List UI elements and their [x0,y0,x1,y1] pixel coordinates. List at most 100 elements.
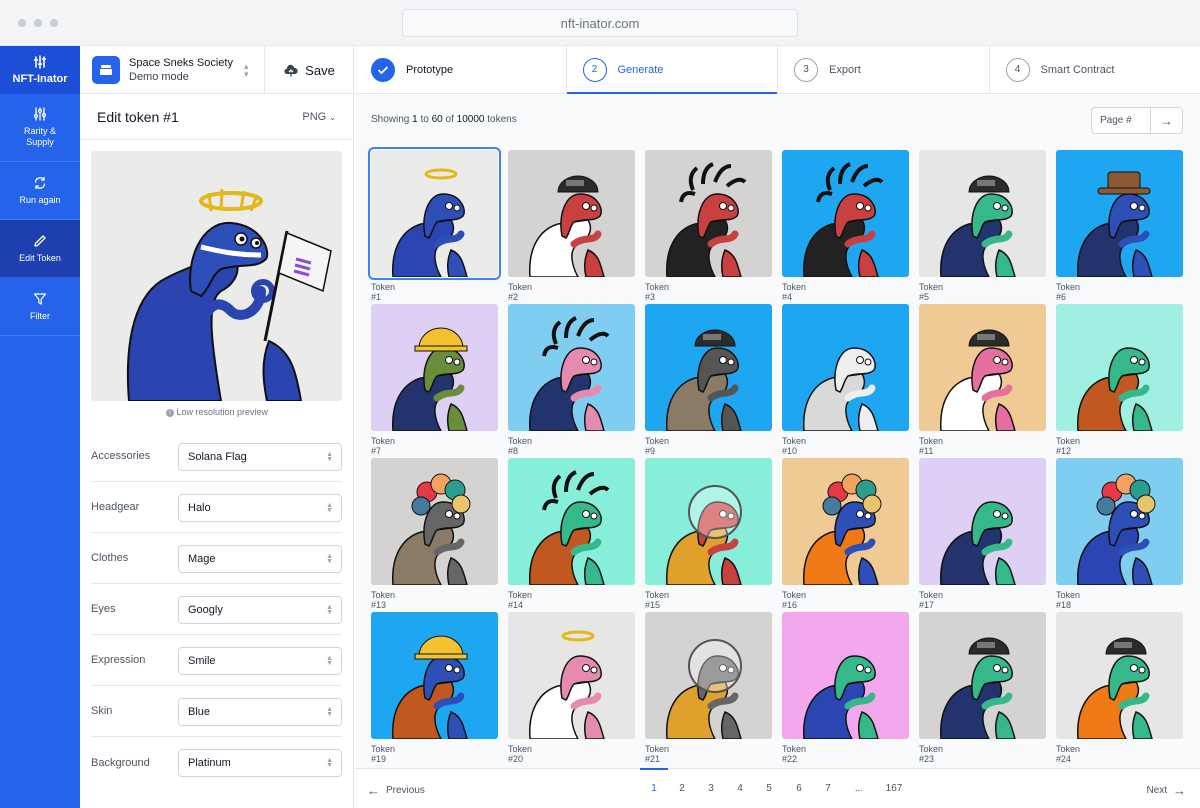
token-tile[interactable] [782,612,909,739]
page-number-input[interactable]: Page # [1092,108,1151,133]
token-tile[interactable] [645,458,772,585]
attribute-label: Background [91,756,150,769]
step-generate[interactable]: 2 Generate [566,46,778,94]
token-tile[interactable] [919,304,1046,431]
attribute-select[interactable]: Blue ▲ ▼ [178,698,342,726]
app-logo[interactable]: NFT-Inator [0,46,80,94]
token-tile[interactable] [508,612,635,739]
step-prototype[interactable]: Prototype [355,46,567,93]
chevron-up-down-icon[interactable]: ▴ ▾ [244,62,249,79]
app-name: NFT-Inator [12,73,68,85]
page-number-button[interactable]: 5 [755,783,783,794]
token-label: Token #6 [1056,282,1081,302]
save-button[interactable]: Save [264,46,354,94]
token-label: Token #10 [782,436,807,456]
project-switcher[interactable]: Space Sneks Society Demo mode [129,56,233,84]
window-minimize-dot[interactable] [34,19,42,27]
next-page-button[interactable]: Next → [1146,783,1186,798]
step-label: Smart Contract [1040,63,1115,76]
summary-total: 10000 [456,114,485,125]
token-tile[interactable] [508,150,635,277]
token-tile[interactable] [782,458,909,585]
chevron-up-down-icon: ▲ ▼ [326,655,333,667]
step-number: 2 [582,57,607,82]
token-label: Token #15 [645,590,670,610]
token-tile[interactable] [508,304,635,431]
attribute-select[interactable]: Googly ▲ ▼ [178,596,342,624]
token-image [645,304,772,431]
token-tile[interactable] [371,612,498,739]
page-number-button[interactable]: 4 [726,783,754,794]
attribute-select[interactable]: Halo ▲ ▼ [178,494,342,522]
token-tile[interactable] [919,612,1046,739]
token-tile[interactable] [371,458,498,585]
attribute-value: Googly [188,604,223,616]
page-number-button[interactable]: 6 [785,783,813,794]
token-label: Token #18 [1056,590,1081,610]
attribute-list: Accessories Solana Flag ▲ ▼ Headgear Halo ▲ ▼ Cl… [91,431,342,788]
token-label: Token #20 [508,744,533,764]
sidebar-item-rarity-supply[interactable]: Rarity & Supply [0,94,80,162]
token-tile[interactable] [782,304,909,431]
page-number-button[interactable]: 7 [814,783,842,794]
token-tile[interactable] [1056,150,1183,277]
window-close-dot[interactable] [18,19,26,27]
pencil-icon [34,234,46,247]
step-export[interactable]: 3 Export [778,46,990,93]
sidebar-item-edit-token[interactable]: Edit Token [0,220,80,278]
attribute-select[interactable]: Mage ▲ ▼ [178,545,342,573]
attribute-value: Solana Flag [188,451,247,463]
step-smart-contract[interactable]: 4 Smart Contract [990,46,1200,93]
token-tile[interactable] [919,458,1046,585]
token-image [1056,304,1183,431]
token-tile[interactable] [919,150,1046,277]
arrow-right-icon[interactable]: → [1151,108,1182,133]
pagination: ← Previous 1 2 3 4 5 6 7... 167 Next → [355,768,1200,808]
token-tile[interactable] [1056,304,1183,431]
step-label: Generate [617,63,664,76]
token-tile[interactable] [1056,612,1183,739]
address-bar[interactable]: nft-inator.com [402,9,798,37]
token-label: Token #19 [371,744,396,764]
token-tile[interactable] [1056,458,1183,585]
page-number-button[interactable]: 167 [880,783,908,794]
token-image [782,612,909,739]
token-image [919,458,1046,585]
token-tile[interactable] [645,150,772,277]
page-number-button[interactable]: 3 [697,783,725,794]
token-label: Token #3 [645,282,670,302]
attribute-select[interactable]: Smile ▲ ▼ [178,647,342,675]
token-label: Token #7 [371,436,396,456]
token-tile[interactable] [508,458,635,585]
token-tile[interactable] [782,150,909,277]
summary-from: 1 [412,114,418,125]
attribute-select[interactable]: Solana Flag ▲ ▼ [178,443,342,471]
project-logo [92,55,120,84]
logo-icon [33,55,47,69]
chevron-up-down-icon: ▲ ▼ [326,502,333,514]
attribute-select[interactable]: Platinum ▲ ▼ [178,749,342,777]
token-tile[interactable] [368,147,501,280]
previous-page-button[interactable]: ← Previous [367,783,425,798]
token-image [1056,612,1183,739]
attribute-value: Mage [188,553,216,565]
page-jump: Page # → [1091,107,1183,134]
page-number-button[interactable]: 1 [640,768,668,794]
check-icon [371,57,395,82]
token-tile[interactable] [371,304,498,431]
sidebar-item-run-again[interactable]: Run again [0,162,80,220]
token-image [508,612,635,739]
page-ellipsis: ... [854,783,864,794]
page-number-button[interactable]: 2 [668,783,696,794]
sidebar-item-filter[interactable]: Filter [0,278,80,336]
token-label: Token #8 [508,436,533,456]
format-dropdown[interactable]: PNG ⌄ [302,111,336,123]
token-image [782,458,909,585]
token-tile[interactable] [645,612,772,739]
token-tile[interactable] [645,304,772,431]
attribute-label: Expression [91,654,146,666]
summary-prefix: Showing [371,114,410,125]
project-name: Space Sneks Society [129,56,233,69]
token-image [919,612,1046,739]
window-maximize-dot[interactable] [50,19,58,27]
